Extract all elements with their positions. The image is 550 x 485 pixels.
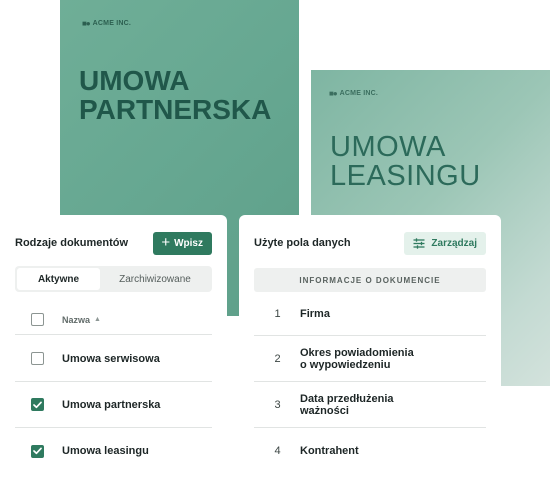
document-type-label: Umowa leasingu xyxy=(62,445,149,457)
field-label: Data przedłużenia ważności xyxy=(300,393,394,417)
field-label-line: Okres powiadomienia xyxy=(300,346,414,359)
row-checkbox[interactable] xyxy=(31,352,44,365)
document-types-header: Rodzaje dokumentów + Wpisz xyxy=(15,231,212,255)
cover-brand-name: ACME INC. xyxy=(92,20,132,27)
acme-logo-icon: ■● xyxy=(329,89,338,98)
row-check-cell xyxy=(15,398,62,411)
column-name-header[interactable]: Nazwa ▲ xyxy=(62,315,101,325)
cover-title-line: LEASINGU xyxy=(330,160,481,192)
field-row[interactable]: 1 Firma xyxy=(254,292,486,336)
panel-title: Użyte pola danych xyxy=(254,237,351,249)
cover-title-line: UMOWA xyxy=(330,131,446,163)
field-number: 1 xyxy=(274,307,281,320)
select-all-cell xyxy=(15,313,62,326)
row-checkbox[interactable] xyxy=(31,398,44,411)
field-row[interactable]: 4 Kontrahent xyxy=(254,428,486,474)
cover-brand: ■● ACME INC. xyxy=(82,19,131,28)
field-number: 3 xyxy=(274,398,281,411)
select-all-checkbox[interactable] xyxy=(31,313,44,326)
field-label: Okres powiadomienia o wypowiedzeniu xyxy=(300,347,414,371)
list-item[interactable]: Umowa serwisowa xyxy=(15,336,212,382)
cover-title-line: UMOWA xyxy=(79,65,190,96)
list-item[interactable]: Umowa partnerska xyxy=(15,382,212,428)
tab-active[interactable]: Aktywne xyxy=(17,268,100,290)
document-type-label: Umowa serwisowa xyxy=(62,352,160,365)
field-label-line: o wypowiedzeniu xyxy=(300,358,391,371)
plus-icon: + xyxy=(161,234,171,251)
table-header: Nazwa ▲ xyxy=(15,305,212,335)
field-number: 4 xyxy=(274,445,281,457)
add-button-label: Wpisz xyxy=(174,237,203,249)
field-row[interactable]: 3 Data przedłużenia ważności xyxy=(254,382,486,428)
column-name-label: Nazwa xyxy=(62,314,91,325)
status-tabs: Aktywne Zarchiwizowane xyxy=(15,266,212,292)
field-label-line: Data przedłużenia xyxy=(300,392,394,405)
field-label: Firma xyxy=(300,308,330,320)
manage-fields-button[interactable]: Zarządzaj xyxy=(404,231,486,255)
sort-ascending-icon: ▲ xyxy=(94,316,101,323)
list-item[interactable]: Umowa leasingu xyxy=(15,428,212,474)
cover-title: UMOWA LEASINGU xyxy=(330,133,481,191)
check-icon xyxy=(33,401,42,408)
field-label: Kontrahent xyxy=(300,445,359,457)
cover-title-line: PARTNERSKA xyxy=(79,94,272,125)
data-fields-header: Użyte pola danych Zarządzaj xyxy=(254,231,486,255)
manage-button-label: Zarządzaj xyxy=(431,237,477,249)
row-check-cell xyxy=(15,352,62,365)
panel-title: Rodzaje dokumentów xyxy=(15,237,129,249)
field-label-line: Kontrahent xyxy=(300,445,359,457)
row-check-cell xyxy=(15,444,62,458)
field-label-line: Firma xyxy=(300,307,330,320)
add-document-type-button[interactable]: + Wpisz xyxy=(153,231,212,255)
field-number: 2 xyxy=(274,352,281,365)
section-header: Informacje o dokumencie xyxy=(254,268,486,292)
acme-logo-icon: ■● xyxy=(82,19,91,28)
row-checkbox[interactable] xyxy=(31,444,44,458)
check-icon xyxy=(33,447,42,455)
cover-brand: ■● ACME INC. xyxy=(329,89,378,98)
cover-title: UMOWA PARTNERSKA xyxy=(79,66,271,124)
field-row[interactable]: 2 Okres powiadomienia o wypowiedzeniu xyxy=(254,336,486,382)
document-type-label: Umowa partnerska xyxy=(62,398,161,411)
sliders-icon xyxy=(413,237,425,249)
cover-brand-name: ACME INC. xyxy=(339,90,379,97)
field-label-line: ważności xyxy=(300,404,349,417)
tab-archived[interactable]: Zarchiwizowane xyxy=(100,268,210,290)
